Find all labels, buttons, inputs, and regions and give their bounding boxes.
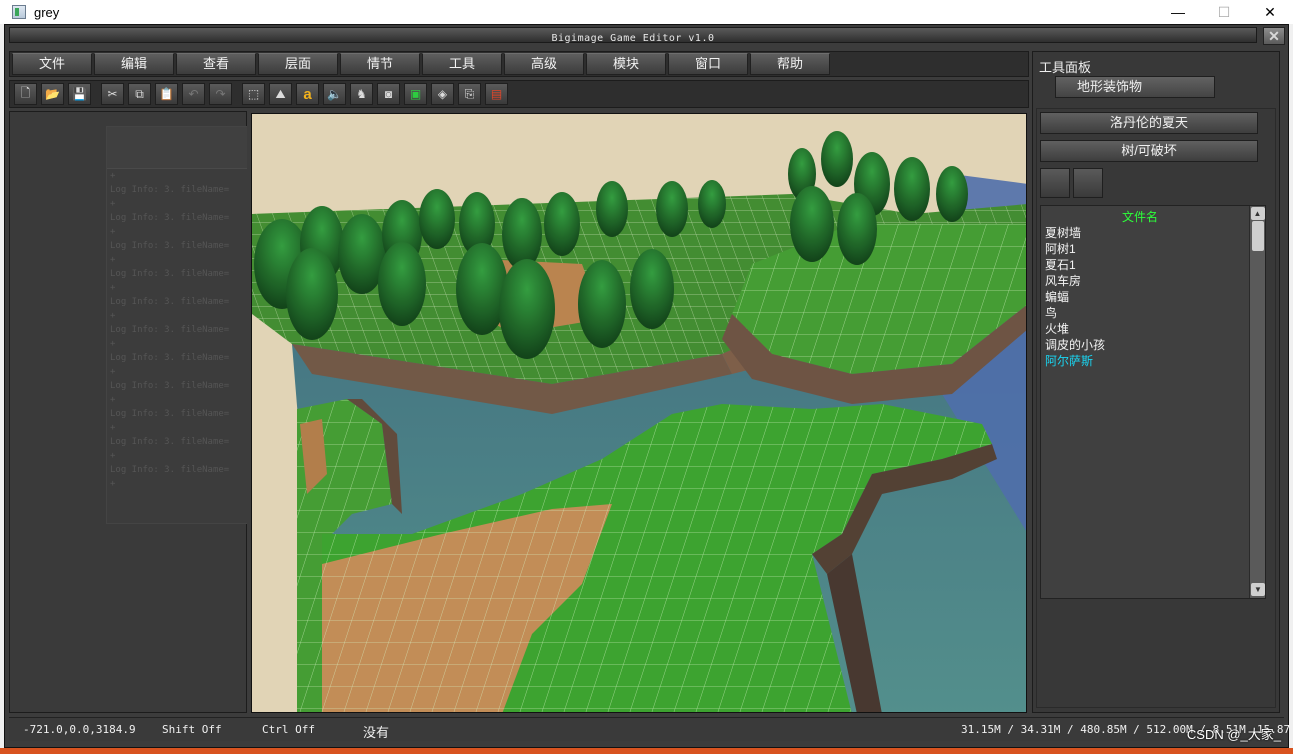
menu-help[interactable]: 帮助 [750, 53, 830, 75]
copy-icon[interactable]: ⧉ [128, 83, 151, 105]
paste-icon[interactable]: 📋 [155, 83, 178, 105]
log-line: + [110, 395, 116, 405]
editor-close-button[interactable]: ✕ [1263, 27, 1285, 45]
log-line: Log Info: 3. fileName= [110, 325, 230, 335]
category-button[interactable]: 树/可破坏 [1040, 140, 1258, 162]
close-button[interactable]: ✕ [1247, 0, 1293, 24]
tool-panel: 工具面板 地形装饰物 洛丹伦的夏天 树/可破坏 文件名 夏树墙 阿树1 夏石1 … [1032, 51, 1280, 713]
menu-bar: 文件 编辑 查看 层面 情节 工具 高级 模块 窗口 帮助 [9, 51, 1029, 77]
maximize-button[interactable]: ☐ [1201, 0, 1247, 24]
log-line: Log Info: 3. fileName= [110, 269, 230, 279]
os-titlebar: grey — ☐ ✕ [0, 0, 1293, 24]
app-icon [12, 5, 26, 19]
menu-view[interactable]: 查看 [176, 53, 256, 75]
terrain-scene [252, 114, 1026, 712]
log-line: Log Info: 3. fileName= [110, 241, 230, 251]
toolbar: 🗋 📂 💾 ✂ ⧉ 📋 ↶ ↷ ⬚ ⛰ a 🔈 ♞ ◙ ▣ ◈ ⎘ ▤ [9, 80, 1029, 108]
log-header [107, 127, 247, 169]
unit-icon[interactable]: ♞ [350, 83, 373, 105]
select-rect-icon[interactable]: ⬚ [242, 83, 265, 105]
undo-icon[interactable]: ↶ [182, 83, 205, 105]
log-line: + [110, 423, 116, 433]
log-line: + [110, 255, 116, 265]
log-line: + [110, 311, 116, 321]
menu-tools[interactable]: 工具 [422, 53, 502, 75]
editor-frame: Bigimage Game Editor v1.0 ✕ 文件 编辑 查看 层面 … [4, 24, 1290, 748]
log-line: Log Info: 3. fileName= [110, 409, 230, 419]
window-title: grey [34, 4, 60, 20]
log-line: Log Info: 3. fileName= [110, 381, 230, 391]
editor-title: Bigimage Game Editor v1.0 [551, 33, 715, 44]
log-line: + [110, 227, 116, 237]
file-list-header: 文件名 [1121, 210, 1158, 224]
log-line: + [110, 451, 116, 461]
script-icon[interactable]: ▤ [485, 83, 508, 105]
editor-titlebar: Bigimage Game Editor v1.0 [9, 27, 1257, 44]
menu-layer[interactable]: 层面 [258, 53, 338, 75]
object-icon[interactable]: ◈ [431, 83, 454, 105]
menu-plot[interactable]: 情节 [340, 53, 420, 75]
file-list: 文件名 夏树墙 阿树1 夏石1 风车房 蝙蝠 鸟 火堆 调皮的小孩 阿尔萨斯 ▲… [1040, 205, 1266, 599]
cursor-coordinates: -721.0,0.0,3184.9 [23, 723, 136, 736]
terrain-viewport[interactable] [251, 113, 1027, 713]
log-line: + [110, 479, 116, 489]
taskbar-strip [0, 748, 1293, 754]
ctrl-state: Ctrl Off [262, 723, 315, 736]
menu-module[interactable]: 模块 [586, 53, 666, 75]
menu-advanced[interactable]: 高级 [504, 53, 584, 75]
tool-state: 没有 [363, 725, 390, 740]
region-icon[interactable]: ▣ [404, 83, 427, 105]
list-item[interactable]: 夏树墙 [1041, 225, 1265, 241]
list-item[interactable]: 夏石1 [1041, 257, 1265, 273]
list-item[interactable]: 火堆 [1041, 321, 1265, 337]
minimize-button[interactable]: — [1155, 0, 1201, 24]
list-item[interactable]: 风车房 [1041, 273, 1265, 289]
scroll-down-icon[interactable]: ▼ [1251, 583, 1265, 596]
status-bar: -721.0,0.0,3184.9 Shift Off Ctrl Off 没有 … [9, 717, 1290, 741]
blank-square-button[interactable] [1040, 168, 1070, 198]
new-file-icon[interactable]: 🗋 [14, 83, 37, 105]
log-line: Log Info: 3. fileName= [110, 465, 230, 475]
tool-panel-body: 洛丹伦的夏天 树/可破坏 文件名 夏树墙 阿树1 夏石1 风车房 蝙蝠 鸟 火堆… [1036, 108, 1276, 708]
log-line: Log Info: 3. fileName= [110, 297, 230, 307]
list-item-selected[interactable]: 阿尔萨斯 [1041, 353, 1265, 369]
camera-icon[interactable]: ◙ [377, 83, 400, 105]
log-line: Log Info: 3. fileName= [110, 213, 230, 223]
log-line: Log Info: 3. fileName= [110, 353, 230, 363]
blank-square-button[interactable] [1073, 168, 1103, 198]
shift-state: Shift Off [162, 723, 222, 736]
tab-terrain-decorations[interactable]: 地形装饰物 [1055, 76, 1215, 98]
text-icon[interactable]: a [296, 83, 319, 105]
watermark: CSDN @_大家_ [1186, 727, 1281, 742]
log-line: + [110, 367, 116, 377]
sound-icon[interactable]: 🔈 [323, 83, 346, 105]
terrain-icon[interactable]: ⛰ [269, 83, 292, 105]
list-item[interactable]: 阿树1 [1041, 241, 1265, 257]
menu-window[interactable]: 窗口 [668, 53, 748, 75]
log-line: + [110, 283, 116, 293]
scroll-thumb[interactable] [1251, 221, 1264, 251]
scroll-up-icon[interactable]: ▲ [1250, 207, 1265, 220]
log-line: + [110, 199, 116, 209]
list-item[interactable]: 调皮的小孩 [1041, 337, 1265, 353]
list-item[interactable]: 蝙蝠 [1041, 289, 1265, 305]
log-line: + [110, 339, 116, 349]
log-line: + [110, 171, 116, 181]
cut-icon[interactable]: ✂ [101, 83, 124, 105]
file-list-scrollbar[interactable]: ▲ ▼ [1249, 206, 1265, 598]
tool-panel-title: 工具面板 [1039, 60, 1092, 75]
tileset-button[interactable]: 洛丹伦的夏天 [1040, 112, 1258, 134]
log-window: + Log Info: 3. fileName= + Log Info: 3. … [106, 126, 247, 524]
open-folder-icon[interactable]: 📂 [41, 83, 64, 105]
menu-edit[interactable]: 编辑 [94, 53, 174, 75]
list-item[interactable]: 鸟 [1041, 305, 1265, 321]
window-controls: — ☐ ✕ [1155, 0, 1293, 24]
log-line: Log Info: 3. fileName= [110, 185, 230, 195]
save-icon[interactable]: 💾 [68, 83, 91, 105]
import-icon[interactable]: ⎘ [458, 83, 481, 105]
redo-icon[interactable]: ↷ [209, 83, 232, 105]
log-line: Log Info: 3. fileName= [110, 437, 230, 447]
menu-file[interactable]: 文件 [12, 53, 92, 75]
left-panel: + Log Info: 3. fileName= + Log Info: 3. … [9, 111, 247, 713]
